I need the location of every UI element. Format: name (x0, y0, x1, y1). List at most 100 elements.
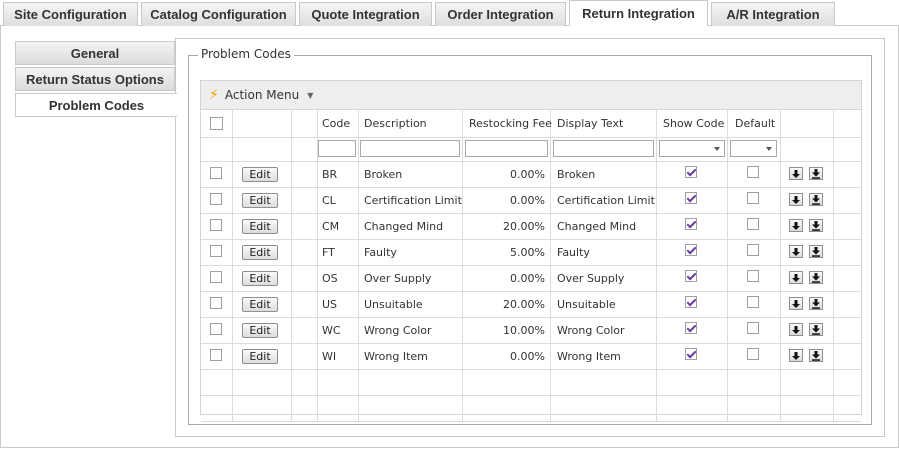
edit-button[interactable]: Edit (242, 193, 278, 208)
column-header-description[interactable]: Description (364, 117, 427, 130)
tab-quote-integration[interactable]: Quote Integration (299, 2, 432, 26)
caret-down-icon[interactable]: ▼ (307, 91, 313, 100)
tab-label: Quote Integration (311, 7, 420, 22)
show-code-checkbox[interactable] (685, 270, 697, 282)
problem-codes-grid: ⚡ Action Menu ▼ Code Description Restockin… (200, 80, 862, 422)
tab-return-integration[interactable]: Return Integration (569, 0, 708, 26)
default-checkbox[interactable] (747, 322, 759, 334)
edit-button[interactable]: Edit (242, 297, 278, 312)
cell-restocking-fee: 0.00% (510, 272, 545, 285)
cell-restocking-fee: 0.00% (510, 194, 545, 207)
arrow-to-bottom-icon[interactable] (809, 245, 823, 258)
grid-row-divider (201, 265, 861, 266)
row-select-checkbox[interactable] (210, 219, 222, 231)
column-header-default[interactable]: Default (735, 117, 775, 130)
arrow-down-icon[interactable] (789, 193, 803, 206)
cell-description: Wrong Item (364, 350, 428, 363)
default-checkbox[interactable] (747, 218, 759, 230)
arrow-to-bottom-icon[interactable] (809, 193, 823, 206)
arrow-down-icon[interactable] (789, 323, 803, 336)
cell-description: Faulty (364, 246, 397, 259)
edit-button[interactable]: Edit (242, 271, 278, 286)
row-select-checkbox[interactable] (210, 167, 222, 179)
display-text-filter-input[interactable] (553, 140, 654, 157)
edit-button[interactable]: Edit (242, 323, 278, 338)
arrow-to-bottom-icon[interactable] (809, 323, 823, 336)
row-select-checkbox[interactable] (210, 193, 222, 205)
tab-site-configuration[interactable]: Site Configuration (3, 2, 138, 26)
cell-display-text: Over Supply (557, 272, 625, 285)
arrow-down-icon[interactable] (789, 297, 803, 310)
column-header-code[interactable]: Code (322, 117, 350, 130)
tab-label: Site Configuration (14, 7, 127, 22)
row-select-checkbox[interactable] (210, 349, 222, 361)
side-tab-problem-codes[interactable]: Problem Codes (15, 93, 177, 117)
row-select-checkbox[interactable] (210, 271, 222, 283)
tab-label: A/R Integration (726, 7, 820, 22)
show-code-checkbox[interactable] (685, 166, 697, 178)
grid-row-divider (201, 395, 861, 396)
cell-code: CL (322, 194, 336, 207)
column-header-restocking-fee[interactable]: Restocking Fee (469, 117, 552, 130)
grid-row-divider (201, 187, 861, 188)
row-select-checkbox[interactable] (210, 245, 222, 257)
cell-restocking-fee: 0.00% (510, 168, 545, 181)
arrow-down-icon[interactable] (789, 271, 803, 284)
grid-row-divider (201, 137, 861, 138)
default-checkbox[interactable] (747, 192, 759, 204)
restocking-fee-filter-input[interactable] (465, 140, 548, 157)
select-all-checkbox[interactable] (210, 117, 223, 130)
show-code-checkbox[interactable] (685, 322, 697, 334)
show-code-checkbox[interactable] (685, 348, 697, 360)
cell-code: BR (322, 168, 338, 181)
grid-toolbar: ⚡ Action Menu ▼ (201, 81, 861, 110)
arrow-to-bottom-icon[interactable] (809, 219, 823, 232)
arrow-down-icon[interactable] (789, 219, 803, 232)
description-filter-input[interactable] (360, 140, 460, 157)
show-code-filter-select[interactable] (659, 140, 725, 157)
default-filter-select[interactable] (730, 140, 777, 157)
tab-ar-integration[interactable]: A/R Integration (711, 2, 835, 26)
cell-description: Broken (364, 168, 403, 181)
grid-row-divider (201, 343, 861, 344)
default-checkbox[interactable] (747, 296, 759, 308)
default-checkbox[interactable] (747, 166, 759, 178)
arrow-to-bottom-icon[interactable] (809, 349, 823, 362)
row-select-checkbox[interactable] (210, 297, 222, 309)
fieldset-legend: Problem Codes (198, 47, 294, 61)
edit-button[interactable]: Edit (242, 219, 278, 234)
action-menu[interactable]: Action Menu (225, 88, 299, 102)
default-checkbox[interactable] (747, 270, 759, 282)
arrow-to-bottom-icon[interactable] (809, 297, 823, 310)
cell-description: Changed Mind (364, 220, 444, 233)
row-select-checkbox[interactable] (210, 323, 222, 335)
arrow-down-icon[interactable] (789, 167, 803, 180)
side-tab-return-status-options[interactable]: Return Status Options (15, 67, 175, 91)
tab-catalog-configuration[interactable]: Catalog Configuration (141, 2, 296, 26)
side-tab-general[interactable]: General (15, 41, 175, 65)
arrow-to-bottom-icon[interactable] (809, 271, 823, 284)
cell-display-text: Wrong Item (557, 350, 621, 363)
edit-button[interactable]: Edit (242, 167, 278, 182)
show-code-checkbox[interactable] (685, 296, 697, 308)
show-code-checkbox[interactable] (685, 244, 697, 256)
column-header-display-text[interactable]: Display Text (557, 117, 623, 130)
tab-order-integration[interactable]: Order Integration (435, 2, 566, 26)
cell-code: CM (322, 220, 340, 233)
show-code-checkbox[interactable] (685, 218, 697, 230)
code-filter-input[interactable] (318, 140, 356, 157)
lightning-bolt-icon: ⚡ (209, 87, 219, 103)
show-code-checkbox[interactable] (685, 192, 697, 204)
edit-button[interactable]: Edit (242, 349, 278, 364)
arrow-down-icon[interactable] (789, 245, 803, 258)
edit-button[interactable]: Edit (242, 245, 278, 260)
arrow-to-bottom-icon[interactable] (809, 167, 823, 180)
cell-display-text: Unsuitable (557, 298, 616, 311)
default-checkbox[interactable] (747, 244, 759, 256)
side-tab-label: Problem Codes (48, 97, 145, 113)
cell-code: OS (322, 272, 338, 285)
default-checkbox[interactable] (747, 348, 759, 360)
arrow-down-icon[interactable] (789, 349, 803, 362)
column-header-show-code[interactable]: Show Code (663, 117, 724, 130)
cell-description: Over Supply (364, 272, 432, 285)
